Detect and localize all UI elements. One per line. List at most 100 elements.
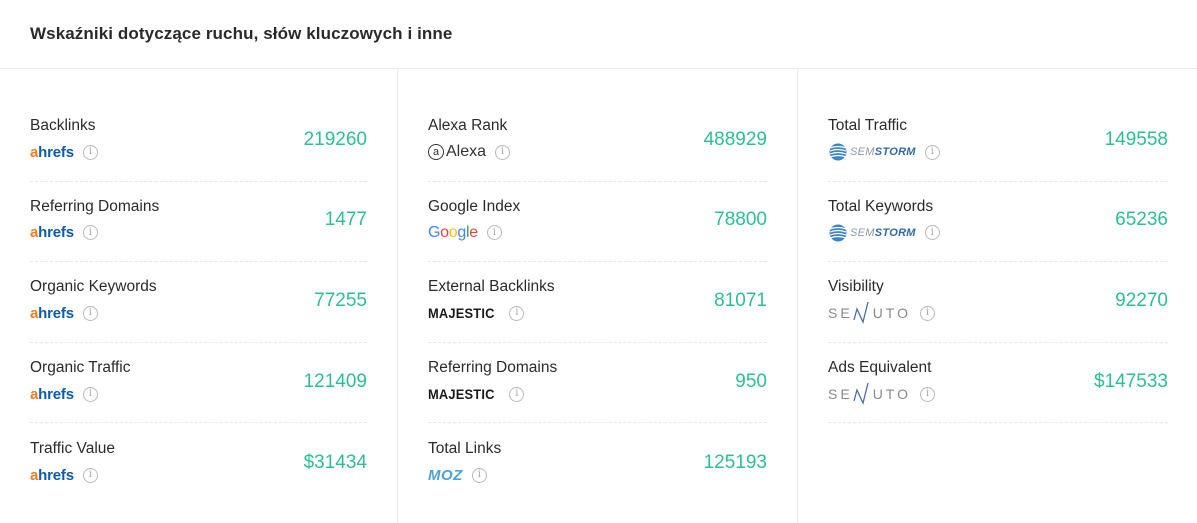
metric-value: 121409 [303,370,367,392]
ahrefs-logo: ahrefs [30,143,74,161]
metric-source: SE UTO i [828,381,935,407]
metric-value: 77255 [314,289,367,311]
metric-label: Visibility [828,278,884,296]
metric-source: SEM STORM i [828,222,940,244]
metric-row-total-links: Total Links MOZ i 125193 [428,423,767,504]
metric-row-visibility: Visibility SE UTO i 92270 [828,262,1168,343]
metric-row-organic-keywords: Organic Keywords ahrefs i 77255 [30,262,367,343]
info-icon[interactable]: i [509,386,525,402]
metric-source: MAJESTIC i [428,383,557,405]
metric-value: $147533 [1094,370,1168,392]
metric-value: 488929 [703,128,767,150]
semstorm-logo: SEM STORM [828,223,916,243]
metric-label: Alexa Rank [428,117,508,135]
senuto-logo: SE UTO [828,381,911,407]
metric-info: Visibility SE UTO i [828,277,935,326]
metric-row-referring-domains: Referring Domains ahrefs i 1477 [30,182,367,263]
metric-row-traffic-value: Traffic Value ahrefs i $31434 [30,423,367,504]
info-icon[interactable]: i [82,225,98,241]
metric-source: SEM STORM i [828,141,940,163]
metric-source: MAJESTIC i [428,302,555,324]
info-icon[interactable]: i [924,144,940,160]
panel-title: Wskaźniki dotyczące ruchu, słów kluczowy… [30,24,453,43]
metric-source: SE UTO i [828,300,935,326]
metric-source: Google i [428,222,520,244]
metric-info: Google Index Google i [428,197,520,244]
ahrefs-logo: ahrefs [30,385,74,403]
info-icon[interactable]: i [509,305,525,321]
metric-info: Total Links MOZ i [428,439,501,486]
info-icon[interactable]: i [924,225,940,241]
senuto-n-mark-icon [853,382,869,406]
metrics-column-1: Backlinks ahrefs i 219260 Referring Domains a… [0,69,398,523]
metric-value: 65236 [1115,209,1168,231]
metric-value: 92270 [1115,289,1168,311]
metric-row-referring-domains: Referring Domains MAJESTIC i 950 [428,343,767,424]
info-icon[interactable]: i [82,386,98,402]
metric-label: Organic Keywords [30,278,157,296]
semstorm-globe-icon [829,143,847,161]
metrics-grid: Backlinks ahrefs i 219260 Referring Domains a… [0,69,1197,523]
majestic-logo: MAJESTIC [428,386,495,403]
moz-logo: MOZ [428,466,463,484]
metric-value: 125193 [703,451,767,473]
metric-value: 950 [735,370,767,392]
metric-info: Organic Traffic ahrefs i [30,358,131,405]
metric-info: Total Keywords SEM STORM i [828,197,940,244]
metric-info: Total Traffic SEM STORM i [828,116,940,163]
metric-info: Ads Equivalent SE UTO i [828,358,935,407]
senuto-n-mark-icon [853,302,869,325]
metric-label: Traffic Value [30,440,116,458]
semstorm-globe-icon [829,224,847,242]
info-icon[interactable]: i [82,144,98,160]
metric-source: a Alexa i [428,141,511,163]
metric-row-alexa-rank: Alexa Rank a Alexa i 488929 [428,101,767,182]
metric-row-backlinks: Backlinks ahrefs i 219260 [30,101,367,182]
metric-row-google-index: Google Index Google i 78800 [428,182,767,263]
metric-label: External Backlinks [428,278,555,296]
metric-label: Total Traffic [828,117,907,135]
info-icon[interactable]: i [486,225,502,241]
metric-source: MOZ i [428,464,501,486]
metric-value: 1477 [324,209,367,231]
panel-header: Wskaźniki dotyczące ruchu, słów kluczowy… [0,0,1197,69]
info-icon[interactable]: i [471,467,487,483]
metric-value: 219260 [303,128,367,150]
senuto-logo: SE UTO [828,300,911,326]
metric-row-total-keywords: Total Keywords SEM STORM i 65236 [828,182,1168,263]
metric-label: Referring Domains [30,197,160,215]
metric-row-total-traffic: Total Traffic SEM STORM i 149558 [828,101,1168,182]
metric-label: Google Index [428,197,521,215]
metric-source: ahrefs i [30,302,157,324]
majestic-logo: MAJESTIC [428,305,495,322]
metric-row-external-backlinks: External Backlinks MAJESTIC i 81071 [428,262,767,343]
metric-label: Ads Equivalent [828,359,932,377]
metric-value: $31434 [303,451,367,473]
ahrefs-logo: ahrefs [30,466,74,484]
metric-source: ahrefs i [30,383,131,405]
info-icon[interactable]: i [920,386,935,402]
metrics-column-2: Alexa Rank a Alexa i 488929 Google Index Googl… [398,69,798,523]
metric-label: Organic Traffic [30,359,131,377]
ahrefs-logo: ahrefs [30,224,74,242]
metric-source: ahrefs i [30,222,159,244]
metric-source: ahrefs i [30,141,98,163]
metric-info: Traffic Value ahrefs i [30,439,115,486]
metric-label: Backlinks [30,117,96,135]
info-icon[interactable]: i [82,467,98,483]
metric-info: Referring Domains ahrefs i [30,197,159,244]
info-icon[interactable]: i [82,305,98,321]
info-icon[interactable]: i [495,144,511,160]
metric-info: Alexa Rank a Alexa i [428,116,511,163]
metric-row-ads-equivalent: Ads Equivalent SE UTO i $147533 [828,343,1168,424]
metrics-column-3: Total Traffic SEM STORM i 149558 Total Keywor… [798,69,1197,523]
metric-info: External Backlinks MAJESTIC i [428,277,555,324]
metric-value: 149558 [1104,128,1168,150]
metric-source: ahrefs i [30,464,115,486]
ahrefs-logo: ahrefs [30,304,74,322]
metric-info: Backlinks ahrefs i [30,116,98,163]
metric-info: Organic Keywords ahrefs i [30,277,157,324]
info-icon[interactable]: i [920,305,935,321]
metric-label: Total Keywords [828,197,934,215]
metric-label: Referring Domains [428,359,558,377]
